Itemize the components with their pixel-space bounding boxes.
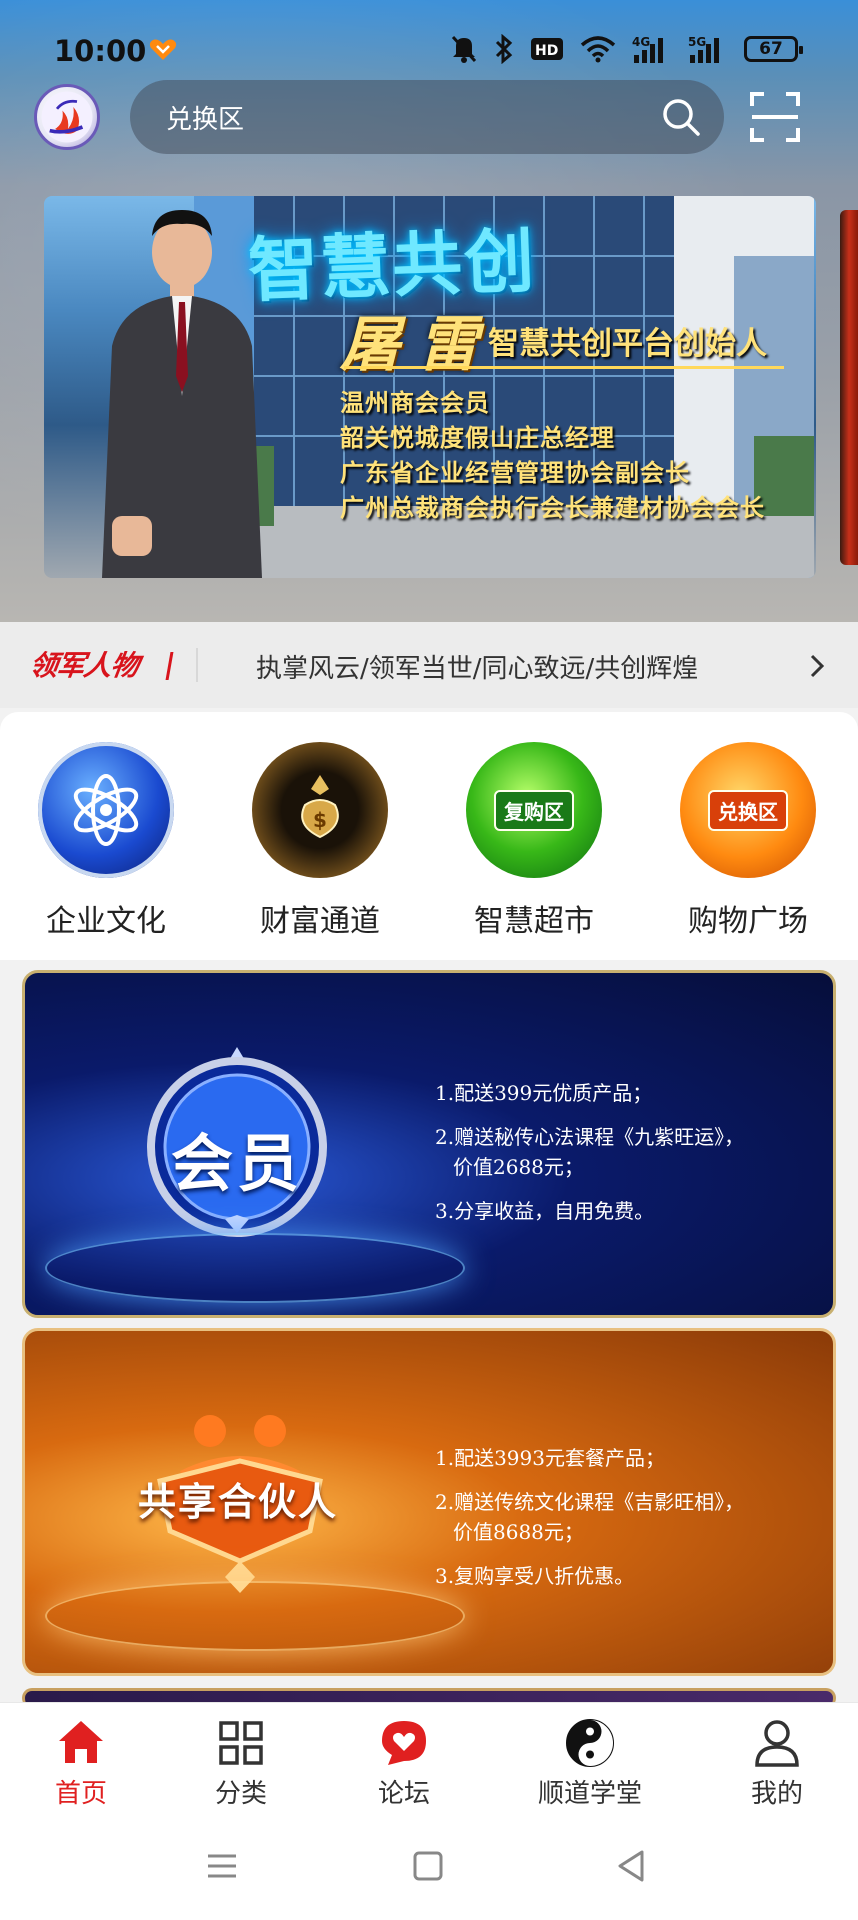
banner-credential: 广州总裁商会执行会长兼建材协会会长: [340, 494, 765, 522]
flame-logo-icon: [41, 91, 93, 143]
banner-credential: 韶关悦城度假山庄总经理: [340, 424, 615, 452]
repurchase-emblem-icon: 复购区: [466, 742, 602, 878]
banner-credentials: 温州商会会员 韶关悦城度假山庄总经理 广东省企业经营管理协会副会长 广州总裁商会…: [340, 386, 765, 526]
user-icon: [755, 1720, 799, 1767]
battery-icon: 67: [744, 36, 803, 62]
chat-heart-icon: [382, 1721, 426, 1765]
leader-slogan: 执掌风云/领军当世/同心致远/共创辉煌: [256, 654, 699, 684]
money-bag-emblem-icon: $: [252, 742, 388, 878]
grid-icon: [219, 1721, 263, 1765]
wifi-icon: [580, 36, 616, 63]
system-nav-bar: [0, 1812, 858, 1920]
grid-item-corporate-culture[interactable]: 企业文化: [16, 742, 196, 940]
leader-logo: 领军人物: [27, 649, 141, 682]
banner-credential: 广东省企业经营管理协会副会长: [340, 459, 690, 487]
grid-item-shopping-plaza[interactable]: 兑换区 购物广场: [658, 742, 838, 940]
banner-name: 屠雷: [340, 310, 496, 380]
hd-icon: HD: [531, 38, 563, 60]
banner-underline: [344, 366, 784, 369]
benefit-item-text: 2.赠送秘传心法课程《九紫旺运》，: [435, 1125, 745, 1149]
benefit-item: 1.配送399元优质产品；: [435, 1081, 653, 1105]
partner-card[interactable]: 共享合伙人 1.配送3993元套餐产品； 2.赠送传统文化课程《吉影旺相》， 价…: [22, 1328, 836, 1676]
nav-label: 顺道学堂: [537, 1779, 642, 1809]
home-square-icon[interactable]: [408, 1846, 448, 1886]
member-benefits: 1.配送399元优质产品； 2.赠送秘传心法课程《九紫旺运》， 价值2688元；…: [435, 1078, 744, 1240]
bluetooth-icon: [495, 34, 513, 64]
4g-signal-icon: 4G: [632, 35, 663, 63]
nav-forum[interactable]: 论坛: [339, 1717, 469, 1810]
app-notification-icon: [149, 39, 177, 60]
nav-category[interactable]: 分类: [176, 1717, 306, 1810]
mute-icon: [451, 35, 477, 63]
yin-yang-icon: [566, 1719, 614, 1767]
nav-profile[interactable]: 我的: [712, 1717, 842, 1810]
leader-logo-stroke: [165, 652, 189, 680]
grid-item-label: 购物广场: [688, 904, 808, 939]
benefit-item: 3.复购享受八折优惠。: [435, 1564, 635, 1588]
divider: [196, 648, 198, 682]
banner-credential: 温州商会会员: [340, 389, 490, 417]
nav-label: 首页: [54, 1779, 107, 1809]
benefit-item: 1.配送3993元套餐产品；: [435, 1446, 665, 1470]
glow-ring: [45, 1233, 465, 1303]
app-logo[interactable]: [34, 84, 100, 150]
benefit-item: 3.分享收益，自用免费。: [435, 1199, 655, 1223]
svg-text:HD: HD: [535, 43, 558, 59]
search-icon[interactable]: [660, 96, 702, 138]
promo-banner[interactable]: 智慧共创 屠雷 智慧共创平台创始人 温州商会会员 韶关悦城度假山庄总经理 广东省…: [44, 196, 816, 578]
search-bar[interactable]: 兑换区: [130, 80, 724, 154]
benefit-item-subtext: 价值2688元；: [453, 1155, 584, 1179]
search-input[interactable]: 兑换区: [166, 99, 244, 136]
member-card[interactable]: 会员 1.配送399元优质产品； 2.赠送秘传心法课程《九紫旺运》， 价值268…: [22, 970, 836, 1318]
home-icon: [59, 1721, 103, 1763]
repurchase-badge: 复购区: [494, 789, 574, 831]
exchange-emblem-icon: 兑换区: [680, 742, 816, 878]
grid-item-smart-market[interactable]: 复购区 智慧超市: [444, 742, 624, 940]
svg-text:5G: 5G: [688, 35, 706, 49]
leader-strip[interactable]: 领军人物 执掌风云/领军当世/同心致远/共创辉煌: [0, 622, 858, 708]
member-emblem-label: 会员: [170, 1127, 303, 1200]
glow-ring: [45, 1581, 465, 1651]
menu-icon[interactable]: [202, 1846, 242, 1886]
exchange-badge: 兑换区: [708, 789, 788, 831]
benefit-item: 2.赠送传统文化课程《吉影旺相》， 价值8688元；: [435, 1487, 744, 1547]
banner-role: 智慧共创平台创始人: [488, 326, 767, 362]
benefit-item: 2.赠送秘传心法课程《九紫旺运》， 价值2688元；: [435, 1122, 744, 1182]
nav-home[interactable]: 首页: [16, 1717, 146, 1810]
nav-academy[interactable]: 顺道学堂: [524, 1717, 656, 1810]
status-icons: HD 4G 5G 67: [450, 34, 803, 64]
chevron-right-icon[interactable]: [806, 652, 828, 680]
nav-label: 分类: [214, 1779, 267, 1809]
grid-item-label: 财富通道: [260, 904, 380, 939]
grid-item-label: 企业文化: [46, 904, 166, 939]
atom-emblem-icon: [38, 742, 174, 878]
partner-emblem-label: 共享合伙人: [137, 1479, 338, 1524]
svg-text:$: $: [313, 808, 327, 832]
status-time: 10:00: [54, 34, 147, 68]
svg-text:4G: 4G: [632, 35, 650, 49]
back-icon[interactable]: [612, 1846, 652, 1886]
grid-item-label: 智慧超市: [474, 904, 594, 939]
benefit-item-text: 2.赠送传统文化课程《吉影旺相》，: [435, 1490, 745, 1514]
nav-label: 论坛: [377, 1779, 430, 1809]
bottom-nav: 首页 分类 论坛 顺道学堂 我的: [0, 1702, 858, 1812]
partner-benefits: 1.配送3993元套餐产品； 2.赠送传统文化课程《吉影旺相》， 价值8688元…: [435, 1443, 744, 1605]
next-banner-peek[interactable]: [840, 210, 858, 565]
benefit-item-subtext: 价值8688元；: [453, 1520, 584, 1544]
scan-icon[interactable]: [750, 92, 800, 142]
5g-signal-icon: 5G: [688, 35, 719, 63]
category-grid: 企业文化 $ 财富通道 复购区 智慧超市 兑换区 购物广场: [0, 712, 858, 960]
grid-item-wealth-channel[interactable]: $ 财富通道: [230, 742, 410, 940]
nav-label: 我的: [750, 1779, 803, 1809]
